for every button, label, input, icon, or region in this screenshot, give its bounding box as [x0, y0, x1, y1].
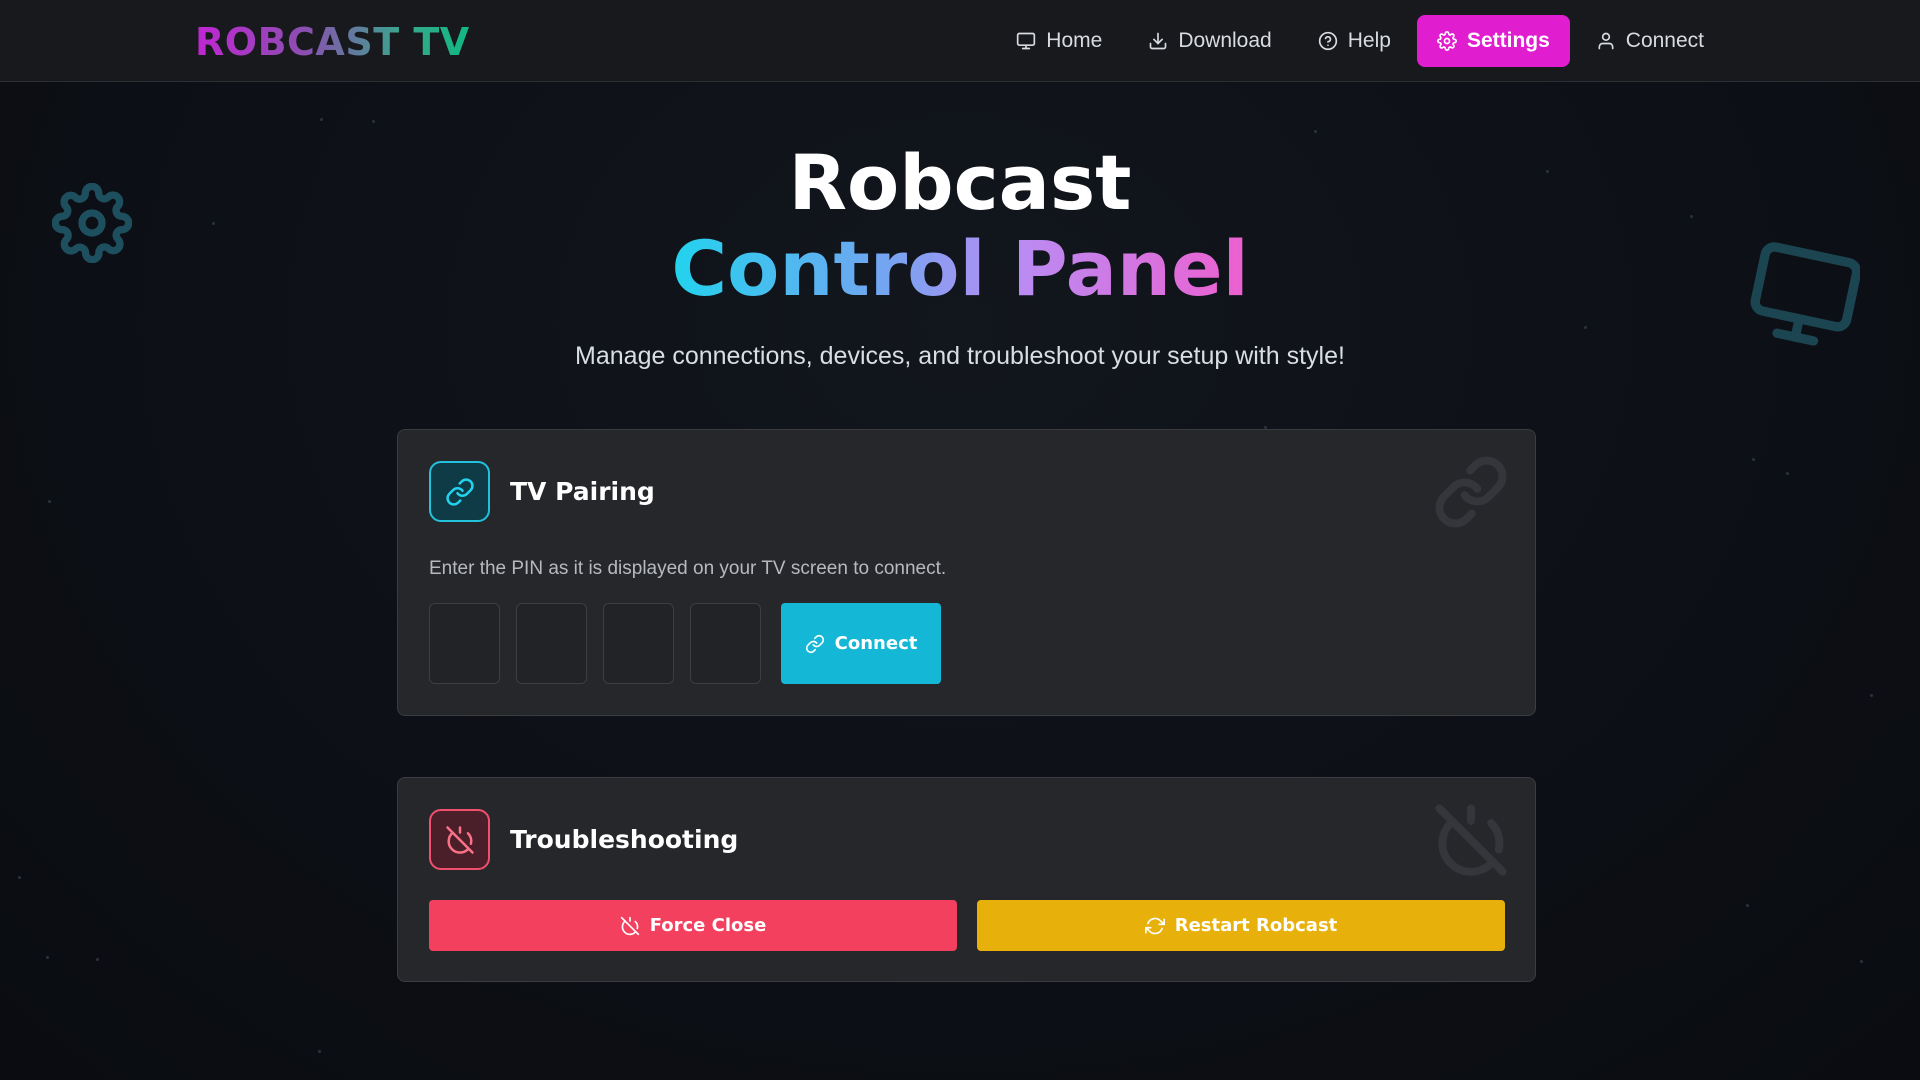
brand-logo[interactable]: ROBCAST TV — [195, 20, 470, 64]
top-navbar: ROBCAST TV Home Download Help Settings C… — [0, 0, 1920, 82]
nav-help-label: Help — [1347, 29, 1391, 52]
troubleshooting-title: Troubleshooting — [510, 825, 739, 854]
troubleshooting-actions: Force Close Restart Robcast — [429, 900, 1505, 951]
power-off-icon — [1435, 804, 1507, 876]
tv-pairing-description: Enter the PIN as it is displayed on your… — [429, 558, 947, 579]
nav-download-link[interactable]: Download — [1128, 15, 1291, 67]
card-icon-box — [429, 809, 490, 870]
tv-pairing-header: TV Pairing — [429, 461, 655, 522]
restart-label: Restart Robcast — [1174, 915, 1338, 936]
troubleshooting-card: Troubleshooting Force Close Restart Robc… — [397, 777, 1536, 982]
link-icon — [445, 477, 474, 506]
nav-connect-label: Connect — [1625, 29, 1704, 52]
pin-digit-3[interactable] — [603, 603, 674, 684]
restart-button[interactable]: Restart Robcast — [977, 900, 1505, 951]
gear-icon — [1437, 31, 1457, 51]
tv-pairing-title: TV Pairing — [510, 477, 655, 506]
nav-home-label: Home — [1046, 29, 1103, 52]
force-close-label: Force Close — [649, 915, 767, 936]
link-icon — [805, 634, 824, 653]
tv-pairing-card: TV Pairing Enter the PIN as it is displa… — [397, 429, 1536, 716]
nav-links: Home Download Help Settings Connect — [996, 15, 1724, 67]
nav-download-label: Download — [1178, 29, 1272, 52]
refresh-icon — [1144, 917, 1165, 934]
help-circle-icon — [1318, 31, 1337, 51]
power-off-icon — [620, 916, 639, 935]
force-close-button[interactable]: Force Close — [429, 900, 957, 951]
pin-entry-row: Connect — [429, 603, 941, 684]
nav-connect-link[interactable]: Connect — [1576, 15, 1724, 67]
nav-settings-link[interactable]: Settings — [1416, 15, 1570, 67]
connect-button[interactable]: Connect — [781, 603, 941, 684]
card-icon-box — [429, 461, 490, 522]
monitor-icon — [1017, 32, 1036, 50]
hero-title-line2: Control Panel — [671, 224, 1249, 313]
nav-settings-label: Settings — [1466, 29, 1550, 52]
pin-digit-4[interactable] — [690, 603, 761, 684]
hero-subtitle: Manage connections, devices, and trouble… — [575, 342, 1345, 370]
pin-digit-1[interactable] — [429, 603, 500, 684]
power-off-icon — [445, 825, 474, 854]
nav-help-link[interactable]: Help — [1298, 15, 1411, 67]
nav-home-link[interactable]: Home — [996, 15, 1122, 67]
hero-title-line1: Robcast — [788, 138, 1132, 227]
link-icon — [1435, 456, 1507, 528]
user-icon — [1598, 32, 1614, 50]
connect-button-label: Connect — [834, 633, 918, 654]
hero-section: Robcast Control Panel Manage connections… — [0, 140, 1920, 371]
download-icon — [1149, 32, 1167, 50]
pin-digit-2[interactable] — [516, 603, 587, 684]
troubleshooting-header: Troubleshooting — [429, 809, 738, 870]
